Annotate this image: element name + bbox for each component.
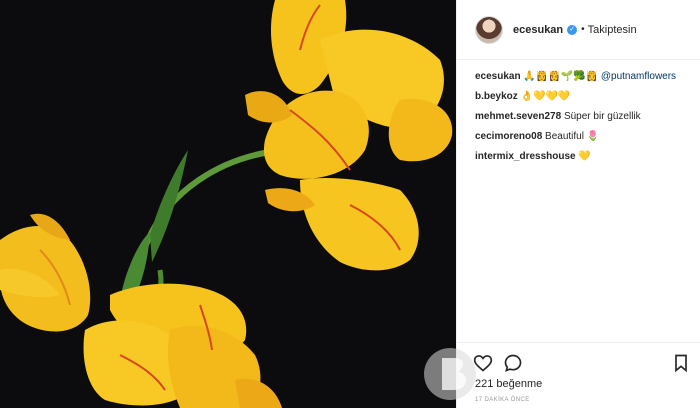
list-item: cecimoreno08 Beautiful 🌷 — [475, 127, 697, 147]
caption-username[interactable]: ecesukan — [475, 71, 521, 82]
header-username[interactable]: ecesukan — [513, 24, 563, 36]
caption: ecesukan 🙏👸👸🌱🥦👸 @putnamflowers — [475, 67, 697, 87]
caption-emojis: 🙏👸👸🌱🥦👸 — [523, 71, 599, 82]
post-timestamp: 17 DAKİKA ÖNCE — [475, 397, 530, 403]
comment-text: Beautiful — [545, 131, 584, 142]
verified-badge-icon: ✓ — [567, 24, 578, 35]
comment-username[interactable]: intermix_dresshouse — [475, 151, 576, 162]
post-side-panel: ecesukan ✓ • Takiptesin ecesukan 🙏👸👸🌱🥦👸 … — [456, 0, 700, 408]
comment-emoji: 🌷 — [586, 131, 600, 142]
follow-status-button[interactable]: Takiptesin — [588, 24, 637, 36]
yellow-tulips-image — [0, 0, 453, 408]
separator-dot: • — [581, 24, 585, 35]
post-actions-bar — [457, 342, 700, 373]
list-item: b.beykoz 👌💛💛💛 — [475, 87, 697, 107]
comment-username[interactable]: mehmet.seven278 — [475, 111, 561, 122]
caption-mention-link[interactable]: @putnamflowers — [601, 71, 676, 82]
comment-emoji: 💛 — [578, 151, 591, 162]
comment-bubble-icon[interactable] — [503, 353, 523, 373]
comments-list: ecesukan 🙏👸👸🌱🥦👸 @putnamflowers b.beykoz … — [475, 67, 697, 167]
comment-emoji: 👌💛💛💛 — [520, 91, 571, 102]
list-item: intermix_dresshouse 💛 — [475, 147, 697, 167]
post-photo[interactable] — [0, 0, 456, 408]
bookmark-icon[interactable] — [671, 353, 691, 373]
comment-username[interactable]: cecimoreno08 — [475, 131, 542, 142]
avatar[interactable] — [475, 15, 503, 44]
likes-count[interactable]: 221 beğenme — [475, 378, 542, 390]
watermark-logo-icon — [424, 348, 476, 400]
post-header: ecesukan ✓ • Takiptesin — [457, 0, 700, 60]
list-item: mehmet.seven278 Süper bir güzellik — [475, 107, 697, 127]
comment-username[interactable]: b.beykoz — [475, 91, 518, 102]
comment-text: Süper bir güzellik — [563, 111, 641, 122]
